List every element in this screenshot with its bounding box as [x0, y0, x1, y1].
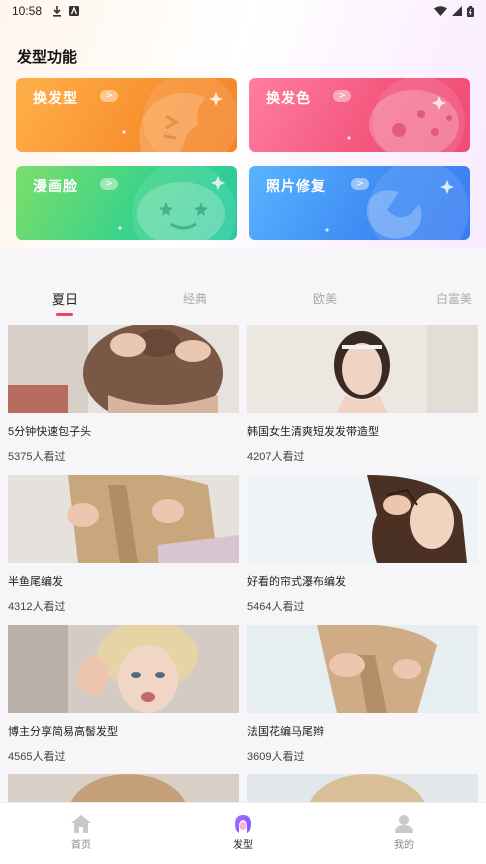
- video-view-count: 5464人看过: [247, 601, 305, 613]
- arrow-right-icon: >: [333, 90, 351, 102]
- status-time: 10:58: [12, 4, 43, 18]
- nav-home[interactable]: 首页: [51, 815, 111, 851]
- feature-label: 换发型: [33, 91, 78, 107]
- tab-summer[interactable]: 夏日: [52, 289, 78, 308]
- hairstyle-icon: [235, 815, 251, 833]
- section-title: 发型功能: [17, 48, 78, 66]
- feature-label: 换发色: [266, 91, 311, 107]
- home-icon: [71, 815, 91, 833]
- download-icon: [53, 5, 62, 17]
- tab-rich-white-beauty[interactable]: 白富美: [436, 290, 472, 307]
- feature-label: 照片修复: [266, 179, 326, 195]
- category-tabs: 夏日 经典 欧美 白富美: [0, 282, 486, 318]
- video-thumbnail[interactable]: [8, 625, 239, 713]
- video-view-count: 4565人看过: [8, 751, 66, 763]
- battery-icon: [467, 5, 474, 17]
- tab-western[interactable]: 欧美: [313, 290, 337, 307]
- video-title: 5分钟快速包子头: [8, 426, 92, 438]
- video-title: 好看的帘式瀑布编发: [247, 576, 346, 588]
- video-card[interactable]: 韩国女生清爽短发发带造型 4207人看过: [247, 325, 478, 464]
- video-view-count: 4312人看过: [8, 601, 66, 613]
- video-thumbnail[interactable]: [247, 325, 478, 413]
- feature-card-change-hair-color[interactable]: 换发色 >: [249, 78, 470, 152]
- nav-profile[interactable]: 我的: [374, 815, 434, 851]
- nav-label: 首页: [71, 840, 91, 851]
- video-title: 博主分享简易高髻发型: [8, 726, 118, 738]
- tab-classic[interactable]: 经典: [183, 290, 207, 307]
- feature-card-photo-repair[interactable]: 照片修复 >: [249, 166, 470, 240]
- arrow-right-icon: >: [100, 90, 118, 102]
- bottom-navigation: 首页 发型 我的: [0, 802, 486, 864]
- profile-icon: [395, 815, 413, 833]
- nav-hairstyle[interactable]: 发型: [213, 815, 273, 851]
- video-thumbnail[interactable]: [247, 475, 478, 563]
- video-view-count: 5375人看过: [8, 451, 66, 463]
- video-thumbnail[interactable]: [8, 475, 239, 563]
- video-thumbnail[interactable]: [8, 325, 239, 413]
- video-card[interactable]: 5分钟快速包子头 5375人看过: [8, 325, 239, 464]
- app-notification-icon: [69, 6, 80, 16]
- video-card[interactable]: 博主分享简易高髻发型 4565人看过: [8, 625, 239, 764]
- feature-label: 漫画脸: [33, 179, 78, 195]
- signal-icon: [452, 6, 462, 16]
- arrow-right-icon: >: [100, 178, 118, 190]
- arrow-right-icon: >: [351, 178, 369, 190]
- video-view-count: 4207人看过: [247, 451, 305, 463]
- nav-label: 我的: [394, 840, 414, 851]
- video-card[interactable]: 半鱼尾编发 4312人看过: [8, 475, 239, 614]
- feature-card-cartoon-face[interactable]: 漫画脸 >: [16, 166, 237, 240]
- video-title: 半鱼尾编发: [8, 576, 63, 588]
- active-tab-indicator: [56, 313, 73, 316]
- video-card[interactable]: 法国花编马尾辫 3609人看过: [247, 625, 478, 764]
- video-title: 法国花编马尾辫: [247, 726, 324, 738]
- nav-label: 发型: [233, 840, 253, 851]
- video-card[interactable]: 好看的帘式瀑布编发 5464人看过: [247, 475, 478, 614]
- feature-card-change-hairstyle[interactable]: 换发型 >: [16, 78, 237, 152]
- wifi-icon: [434, 6, 447, 16]
- status-bar: 10:58: [0, 0, 486, 22]
- video-title: 韩国女生清爽短发发带造型: [247, 426, 379, 438]
- video-view-count: 3609人看过: [247, 751, 305, 763]
- video-thumbnail[interactable]: [247, 625, 478, 713]
